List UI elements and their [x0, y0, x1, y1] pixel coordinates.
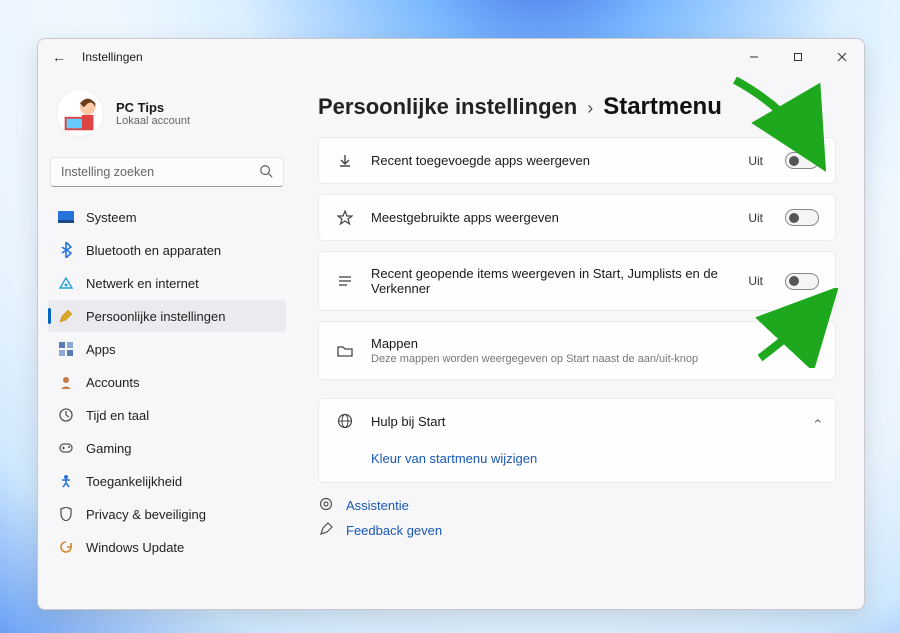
help-card: Hulp bij Start › Kleur van startmenu wij… [318, 398, 836, 483]
time-icon [58, 408, 74, 422]
link-label: Assistentie [346, 498, 409, 513]
sidebar-item-system[interactable]: Systeem [48, 201, 286, 233]
setting-title: Recent geopende items weergeven in Start… [371, 266, 732, 296]
breadcrumb: Persoonlijke instellingen › Startmenu [318, 93, 836, 121]
search-input[interactable]: Instelling zoeken [50, 157, 284, 187]
sidebar-item-time[interactable]: Tijd en taal [48, 399, 286, 431]
chevron-right-icon: › [814, 343, 819, 359]
sidebar-item-label: Privacy & beveiliging [86, 507, 206, 522]
personalization-icon [58, 308, 74, 324]
link-label: Feedback geven [346, 523, 442, 538]
maximize-button[interactable] [776, 41, 820, 73]
footer-links: Assistentie Feedback geven [318, 497, 836, 539]
toggle-status: Uit [748, 154, 763, 168]
toggle-most-used[interactable] [785, 209, 819, 226]
apps-icon [58, 342, 74, 356]
breadcrumb-parent[interactable]: Persoonlijke instellingen [318, 94, 577, 120]
link-feedback[interactable]: Feedback geven [318, 522, 836, 539]
breadcrumb-current: Startmenu [603, 93, 722, 121]
feedback-icon [318, 522, 334, 539]
sidebar-item-accounts[interactable]: Accounts [48, 366, 286, 398]
main-panel: Persoonlijke instellingen › Startmenu Re… [298, 75, 864, 609]
sidebar-item-label: Tijd en taal [86, 408, 149, 423]
sidebar-item-label: Netwerk en internet [86, 276, 199, 291]
back-button[interactable]: ← [52, 49, 66, 65]
setting-title: Mappen [371, 336, 798, 351]
close-button[interactable] [820, 41, 864, 73]
sidebar-item-bluetooth[interactable]: Bluetooth en apparaten [48, 234, 286, 266]
update-icon [58, 540, 74, 554]
globe-icon [335, 413, 355, 429]
sidebar-item-gaming[interactable]: Gaming [48, 432, 286, 464]
chevron-up-icon: › [809, 419, 825, 424]
minimize-button[interactable] [732, 41, 776, 73]
sidebar-item-label: Apps [86, 342, 116, 357]
bluetooth-icon [58, 242, 74, 258]
settings-window: ← Instellingen [37, 38, 865, 610]
nav: Systeem Bluetooth en apparaten Netwerk e… [48, 201, 286, 563]
setting-recent-apps: Recent toegevoegde apps weergeven Uit [318, 137, 836, 184]
help-link[interactable]: Kleur van startmenu wijzigen [319, 443, 835, 482]
gaming-icon [58, 442, 74, 454]
system-icon [58, 211, 74, 223]
sidebar-item-label: Windows Update [86, 540, 184, 555]
setting-title: Meestgebruikte apps weergeven [371, 210, 732, 225]
setting-folders[interactable]: Mappen Deze mappen worden weergegeven op… [318, 321, 836, 380]
sidebar-item-label: Persoonlijke instellingen [86, 309, 225, 324]
sidebar-item-privacy[interactable]: Privacy & beveiliging [48, 498, 286, 530]
window-title: Instellingen [82, 50, 143, 64]
sidebar: PC Tips Lokaal account Instelling zoeken… [38, 75, 298, 609]
setting-recent-items: Recent geopende items weergeven in Start… [318, 251, 836, 311]
toggle-recent-apps[interactable] [785, 152, 819, 169]
folder-icon [335, 344, 355, 358]
network-icon [58, 276, 74, 290]
setting-subtitle: Deze mappen worden weergegeven op Start … [371, 353, 798, 365]
sidebar-item-apps[interactable]: Apps [48, 333, 286, 365]
chevron-right-icon: › [587, 98, 593, 119]
accounts-icon [58, 375, 74, 389]
search-placeholder: Instelling zoeken [61, 165, 154, 179]
search-icon [259, 164, 273, 181]
sidebar-item-label: Accounts [86, 375, 139, 390]
star-icon [335, 210, 355, 226]
help-title: Hulp bij Start [371, 414, 798, 429]
list-icon [335, 274, 355, 288]
setting-title: Recent toegevoegde apps weergeven [371, 153, 732, 168]
sidebar-item-label: Systeem [86, 210, 137, 225]
titlebar: ← Instellingen [38, 39, 864, 75]
assist-icon [318, 497, 334, 514]
window-controls [732, 41, 864, 73]
toggle-status: Uit [748, 274, 763, 288]
sidebar-item-update[interactable]: Windows Update [48, 531, 286, 563]
toggle-recent-items[interactable] [785, 273, 819, 290]
setting-most-used-apps: Meestgebruikte apps weergeven Uit [318, 194, 836, 241]
privacy-icon [58, 507, 74, 521]
sidebar-item-personalization[interactable]: Persoonlijke instellingen [48, 300, 286, 332]
toggle-status: Uit [748, 211, 763, 225]
profile-subtitle: Lokaal account [116, 115, 190, 127]
sidebar-item-network[interactable]: Netwerk en internet [48, 267, 286, 299]
sidebar-item-label: Gaming [86, 441, 132, 456]
profile-name: PC Tips [116, 100, 190, 115]
sidebar-item-label: Bluetooth en apparaten [86, 243, 221, 258]
accessibility-icon [58, 474, 74, 488]
link-assist[interactable]: Assistentie [318, 497, 836, 514]
avatar [56, 89, 104, 137]
sidebar-item-accessibility[interactable]: Toegankelijkheid [48, 465, 286, 497]
sidebar-item-label: Toegankelijkheid [86, 474, 182, 489]
help-header[interactable]: Hulp bij Start › [319, 399, 835, 443]
profile[interactable]: PC Tips Lokaal account [48, 83, 286, 153]
download-icon [335, 153, 355, 169]
